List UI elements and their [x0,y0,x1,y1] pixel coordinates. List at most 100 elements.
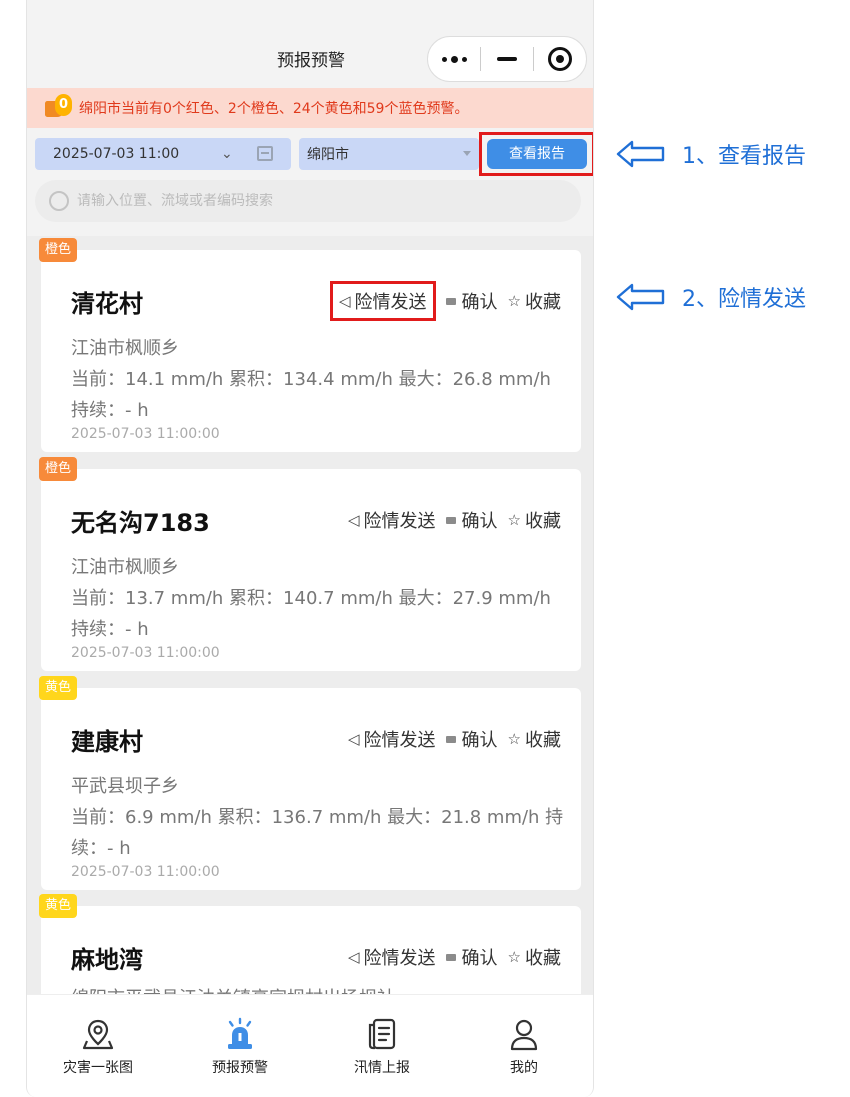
search-input[interactable] [77,193,557,209]
send-icon: ◁ [348,511,360,529]
warning-card[interactable]: 黄色 麻地湾 ◁ 险情发送 确认 ☆ 收藏 绵阳市平武县江油关镇高家坝村出场坝社 [39,894,581,994]
duration-line: 持续：- h [71,619,149,640]
confirm-label: 确认 [461,292,498,313]
warning-list[interactable]: 橙色 清花村 ◁ 险情发送 确认 ☆ 收藏 江油市枫顺乡 当前：14.1 mm/… [27,236,593,994]
message-icon [445,735,456,743]
timestamp: 2025-07-03 11:00:00 [71,645,220,661]
send-alert-label: 险情发送 [363,730,436,751]
location-name: 麻地湾 [71,946,143,974]
date-picker[interactable]: 2025-07-03 11:00 ⌄ [35,138,291,170]
favorite-label: 收藏 [525,948,561,969]
warning-card[interactable]: 黄色 建康村 ◁ 险情发送 确认 ☆ 收藏 平武县坝子乡 当前：6.9 mm/h… [39,676,581,890]
close-program-button[interactable] [534,37,586,81]
confirm-button[interactable]: 确认 [445,507,498,533]
annotation-view-report: 1、查看报告 [616,138,806,170]
search-bar[interactable] [35,180,581,222]
bottom-tab-bar: 灾害一张图 预报预警 汛情上报 我的 [27,994,593,1097]
chevron-down-icon: ⌄ [221,146,233,162]
timestamp: 2025-07-03 11:00:00 [71,426,220,442]
level-tag: 黄色 [39,894,78,918]
send-icon: ◁ [339,292,351,310]
star-icon: ☆ [507,292,521,310]
tab-label: 预报预警 [212,1060,268,1076]
confirm-label: 确认 [461,730,498,751]
date-value: 2025-07-03 11:00 [53,146,180,162]
alarm-light-icon [228,1017,252,1049]
send-alert-button[interactable]: ◁ 险情发送 [348,507,436,533]
timestamp: 2025-07-03 11:00:00 [71,864,220,880]
warning-count-badge: 0 [55,94,72,116]
region-text: 江油市枫顺乡 [71,338,179,359]
card-actions: ◁ 险情发送 确认 ☆ 收藏 [348,507,561,533]
message-icon [445,516,456,524]
level-tag: 橙色 [39,238,78,262]
card-actions: ◁ 险情发送 确认 ☆ 收藏 [348,944,561,970]
favorite-label: 收藏 [525,511,561,532]
card-actions: ◁ 险情发送 确认 ☆ 收藏 [348,726,561,752]
favorite-button[interactable]: ☆ 收藏 [508,288,561,314]
user-icon [510,1019,538,1051]
minimize-button[interactable] [481,37,533,81]
target-icon [548,47,572,71]
warning-card[interactable]: 橙色 无名沟7183 ◁ 险情发送 确认 ☆ 收藏 江油市枫顺乡 当前：13.7… [39,457,581,671]
region-text: 江油市枫顺乡 [71,557,179,578]
calendar-icon[interactable] [257,146,273,161]
metrics-line: 当前：13.7 mm/h 累积：140.7 mm/h 最大：27.9 mm/h [71,588,551,609]
region-text: 绵阳市平武县江油关镇高家坝村出场坝社 [71,984,395,994]
city-value: 绵阳市 [307,147,349,163]
tab-disaster-map[interactable]: 灾害一张图 [27,995,169,1097]
favorite-button[interactable]: ☆ 收藏 [508,944,561,970]
confirm-button[interactable]: 确认 [445,944,498,970]
send-icon: ◁ [348,948,360,966]
send-alert-button[interactable]: ◁ 险情发送 [348,726,436,752]
tab-label: 汛情上报 [354,1060,410,1076]
tab-label: 我的 [510,1060,538,1076]
mini-program-capsule [427,36,587,82]
city-select[interactable]: 绵阳市 [299,138,479,170]
more-button[interactable] [428,37,480,81]
confirm-button[interactable]: 确认 [445,288,498,314]
warning-summary-text: 绵阳市当前有0个红色、2个橙色、24个黄色和59个蓝色预警。 [79,101,469,117]
tab-flood-report[interactable]: 汛情上报 [311,995,453,1097]
region-text: 平武县坝子乡 [71,776,179,797]
nav-bar: 预报预警 [27,0,593,88]
minus-icon [497,57,517,61]
location-name: 清花村 [71,290,143,318]
location-name: 建康村 [71,728,143,756]
annotation-send-alert: 2、险情发送 [616,281,806,313]
message-icon [445,953,456,961]
view-report-button[interactable]: 查看报告 [487,139,587,169]
warning-card[interactable]: 橙色 清花村 ◁ 险情发送 确认 ☆ 收藏 江油市枫顺乡 当前：14.1 mm/… [39,238,581,452]
view-report-highlight: 查看报告 [479,132,593,176]
annotation-text: 2、险情发送 [682,287,806,312]
rainfall-metrics: 当前：6.9 mm/h 累积：136.7 mm/h 最大：21.8 mm/h 持… [71,807,564,859]
filter-row: 2025-07-03 11:00 ⌄ 绵阳市 查看报告 [27,132,593,176]
send-alert-label: 险情发送 [354,292,427,313]
dropdown-arrow-icon [463,151,471,156]
tab-mine[interactable]: 我的 [453,995,593,1097]
favorite-label: 收藏 [525,730,561,751]
send-alert-button[interactable]: ◁ 险情发送 [330,281,436,321]
duration-line: 持续：- h [71,400,149,421]
level-tag: 橙色 [39,457,78,481]
confirm-label: 确认 [461,511,498,532]
message-icon [445,297,456,305]
level-tag: 黄色 [39,676,78,700]
favorite-button[interactable]: ☆ 收藏 [508,507,561,533]
star-icon: ☆ [507,511,521,529]
arrow-left-icon [616,283,665,311]
send-alert-button[interactable]: ◁ 险情发送 [348,944,436,970]
favorite-button[interactable]: ☆ 收藏 [508,726,561,752]
arrow-left-icon [616,140,665,168]
annotation-text: 1、查看报告 [682,144,806,169]
card-actions: ◁ 险情发送 确认 ☆ 收藏 [330,281,561,321]
tab-forecast-warning[interactable]: 预报预警 [169,995,311,1097]
send-icon: ◁ [348,730,360,748]
star-icon: ☆ [507,730,521,748]
confirm-label: 确认 [461,948,498,969]
send-alert-label: 险情发送 [363,511,436,532]
rainfall-metrics: 当前：14.1 mm/h 累积：134.4 mm/h 最大：26.8 mm/h … [71,364,571,426]
confirm-button[interactable]: 确认 [445,726,498,752]
send-alert-label: 险情发送 [363,948,436,969]
favorite-label: 收藏 [525,292,561,313]
